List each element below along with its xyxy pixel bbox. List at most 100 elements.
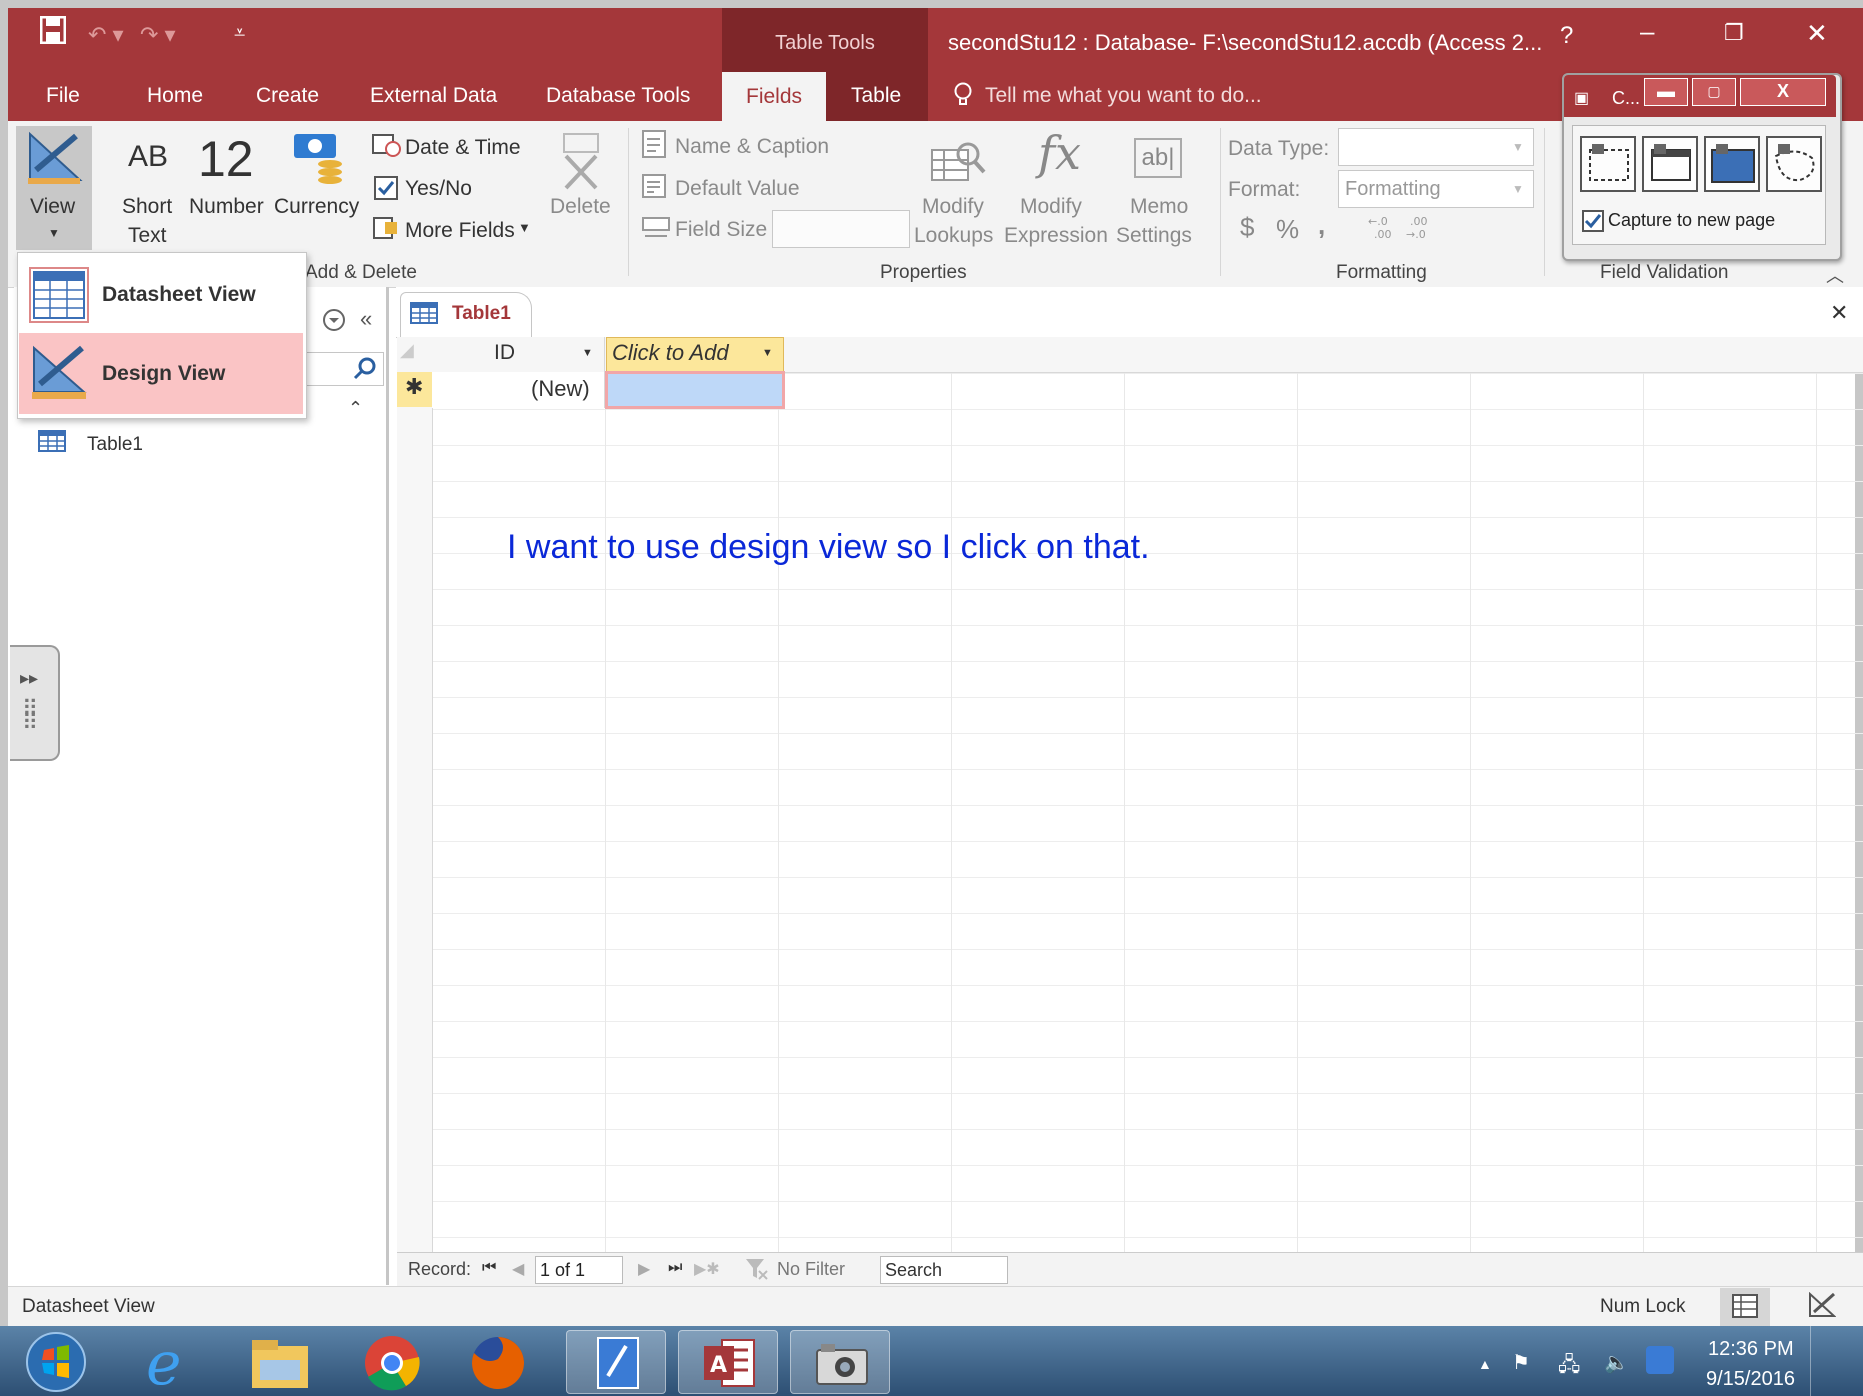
network-icon[interactable]: 🖧: [1558, 1350, 1580, 1384]
design-view-menu-icon: [30, 344, 90, 402]
decrease-decimals-icon[interactable]: .00 →.0: [1406, 214, 1436, 240]
currency-button[interactable]: Currency: [274, 195, 359, 219]
camera-icon: ▣: [1574, 90, 1590, 107]
clock-date[interactable]: 9/15/2016: [1706, 1368, 1795, 1391]
undo-icon[interactable]: ↶ ▾: [88, 22, 124, 48]
data-type-select[interactable]: [1338, 128, 1534, 166]
svg-text:→.0: →.0: [1406, 228, 1426, 240]
internet-explorer-icon[interactable]: e: [138, 1330, 202, 1394]
help-button[interactable]: ?: [1560, 22, 1573, 50]
capture-new-page-checkbox[interactable]: [1582, 210, 1604, 232]
app-tray-icon[interactable]: [1646, 1346, 1674, 1374]
delete-button[interactable]: Delete: [550, 195, 611, 219]
more-fields-button[interactable]: More Fields: [405, 219, 515, 243]
save-icon[interactable]: [40, 16, 66, 44]
collapse-group-icon[interactable]: ⌃: [348, 398, 363, 419]
memo-settings-button[interactable]: Memo: [1130, 195, 1188, 219]
number-button[interactable]: Number: [189, 195, 264, 219]
new-record-nav-icon[interactable]: ▶✱: [694, 1259, 720, 1279]
name-caption-button[interactable]: Name & Caption: [675, 135, 829, 159]
close-button[interactable]: ✕: [1806, 18, 1828, 49]
show-hidden-icons[interactable]: ▲: [1478, 1356, 1492, 1372]
tab-external-data[interactable]: External Data: [370, 84, 497, 108]
currency-format-button[interactable]: $: [1240, 212, 1254, 243]
volume-icon[interactable]: 🔈: [1604, 1350, 1629, 1375]
clock-time[interactable]: 12:36 PM: [1708, 1338, 1794, 1361]
format-select[interactable]: Formatting: [1338, 170, 1534, 208]
properties-group-label: Properties: [880, 262, 967, 283]
capture-maximize-button[interactable]: ▢: [1692, 78, 1736, 106]
memo-icon: ab|: [1134, 138, 1182, 178]
number-icon: 12: [198, 131, 254, 187]
field-size-icon: [642, 214, 670, 240]
comma-format-button[interactable]: ,: [1318, 210, 1325, 241]
capture-window-icon[interactable]: [1642, 136, 1698, 192]
file-explorer-icon[interactable]: [248, 1336, 312, 1392]
capture-minimize-button[interactable]: ▬: [1644, 78, 1688, 106]
capture-freeform-icon[interactable]: [1766, 136, 1822, 192]
lightbulb-icon: [952, 82, 974, 108]
last-record-icon[interactable]: ⏭: [668, 1259, 682, 1277]
column-header-id[interactable]: [432, 337, 605, 372]
document-tab-label: Table1: [452, 303, 511, 324]
capture-fullscreen-icon[interactable]: [1704, 136, 1760, 192]
select-all-icon[interactable]: ◢: [400, 340, 414, 361]
show-desktop-button[interactable]: [1810, 1326, 1863, 1396]
close-document-icon[interactable]: ✕: [1830, 300, 1848, 326]
tab-table[interactable]: Table: [851, 84, 901, 108]
restore-button[interactable]: ❐: [1724, 20, 1744, 46]
capture-close-button[interactable]: X: [1740, 78, 1826, 106]
window-title: secondStu12 : Database- F:\secondStu12.a…: [948, 30, 1543, 55]
title-bar: [8, 8, 1863, 71]
date-time-button[interactable]: Date & Time: [405, 136, 521, 160]
short-text-button[interactable]: Short: [122, 195, 172, 219]
percent-format-button[interactable]: %: [1276, 214, 1299, 245]
chrome-icon[interactable]: [362, 1333, 422, 1393]
no-filter-button[interactable]: No Filter: [777, 1259, 845, 1280]
redo-icon[interactable]: ↷ ▾: [140, 22, 176, 48]
tab-create[interactable]: Create: [256, 84, 319, 108]
default-value-button[interactable]: Default Value: [675, 177, 800, 201]
short-text-label: Text: [128, 224, 167, 247]
nav-item-table1[interactable]: Table1: [87, 434, 143, 456]
search-icon[interactable]: [352, 356, 378, 382]
date-time-icon: [372, 132, 402, 158]
firefox-icon[interactable]: [468, 1333, 528, 1393]
yes-no-button[interactable]: Yes/No: [405, 177, 472, 201]
fx-icon: fx: [1038, 126, 1081, 180]
shutter-bar-close-icon[interactable]: «: [360, 306, 372, 332]
customize-qat-icon[interactable]: ⩡: [234, 22, 245, 45]
tab-database-tools[interactable]: Database Tools: [546, 84, 690, 108]
modify-expression-button[interactable]: Modify: [1020, 195, 1082, 219]
nav-menu-icon[interactable]: [322, 308, 346, 332]
filter-icon: [744, 1256, 770, 1282]
table-icon: [410, 302, 438, 324]
collapse-ribbon-icon[interactable]: ︿: [1826, 262, 1844, 288]
tell-me-input[interactable]: Tell me what you want to do...: [985, 84, 1262, 108]
minimize-button[interactable]: –: [1640, 16, 1654, 47]
tab-home[interactable]: Home: [147, 84, 203, 108]
previous-record-icon[interactable]: ◀: [512, 1259, 524, 1279]
svg-text:.00: .00: [1410, 215, 1428, 228]
chevron-down-icon[interactable]: ▼: [582, 347, 593, 359]
field-size-input[interactable]: [772, 210, 910, 248]
datasheet-view-label: Datasheet View: [102, 283, 256, 306]
start-button-icon[interactable]: [22, 1330, 90, 1394]
action-center-flag-icon[interactable]: ⚑: [1512, 1350, 1530, 1375]
record-search-input[interactable]: Search: [880, 1256, 1008, 1284]
tab-fields[interactable]: Fields: [722, 72, 827, 122]
notepad-icon: [596, 1336, 640, 1390]
current-record-input[interactable]: 1 of 1: [535, 1256, 623, 1284]
format-label: Format:: [1228, 178, 1301, 201]
chevron-down-icon[interactable]: ▼: [762, 347, 773, 359]
increase-decimals-icon[interactable]: ←.0.00: [1368, 214, 1398, 240]
datasheet-grid[interactable]: [397, 337, 1863, 1252]
design-view-status-icon[interactable]: [1808, 1292, 1836, 1320]
tab-file[interactable]: File: [46, 84, 80, 108]
field-validation-group-label: Field Validation: [1600, 262, 1729, 283]
modify-lookups-button[interactable]: Modify: [922, 195, 984, 219]
first-record-icon[interactable]: ⏮: [482, 1259, 496, 1277]
capture-region-icon[interactable]: [1580, 136, 1636, 192]
click-to-add-cell[interactable]: [605, 371, 785, 409]
next-record-icon[interactable]: ▶: [638, 1259, 650, 1279]
